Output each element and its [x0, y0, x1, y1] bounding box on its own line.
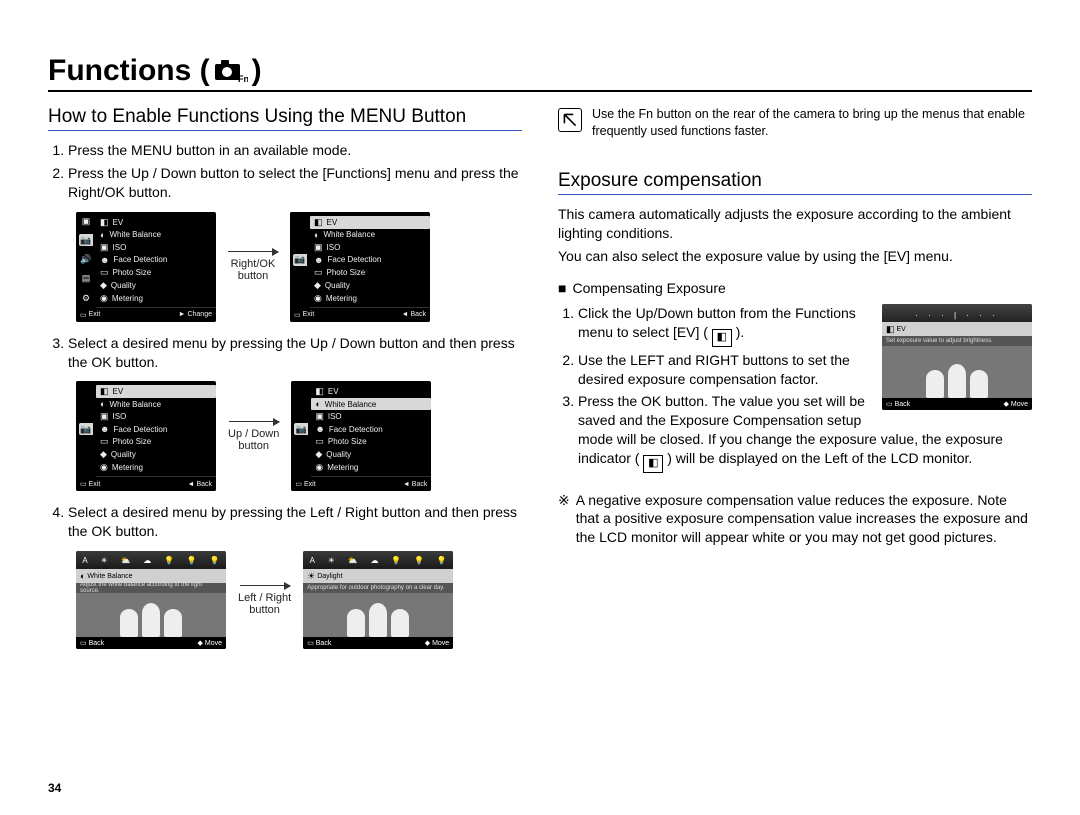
- manual-page: Functions ( Fn ) How to Enable Functions…: [0, 0, 1080, 815]
- screen-b: 📷 ◧EV ◐White Balance ▣ISO ☻Face Detectio…: [290, 212, 430, 322]
- arrow-2: Up / Down button: [228, 421, 279, 452]
- fn-note: Use the Fn button on the rear of the cam…: [558, 106, 1032, 140]
- screenshot-row-1: ▣ 📷 🔊 ▤ ⚙ ◧EV ◐White Balance ▣ISO ☻Face …: [76, 212, 522, 322]
- left-heading: How to Enable Functions Using the MENU B…: [48, 106, 522, 128]
- ev-icon: ◧: [712, 329, 732, 347]
- title-underline: [48, 90, 1032, 92]
- screen-a: ▣ 📷 🔊 ▤ ⚙ ◧EV ◐White Balance ▣ISO ☻Face …: [76, 212, 216, 322]
- title-suffix: ): [252, 54, 262, 88]
- right-underline: [558, 194, 1032, 195]
- left-steps-4: Select a desired menu by pressing the Le…: [48, 503, 522, 541]
- right-intro-1: This camera automatically adjusts the ex…: [558, 205, 1032, 243]
- left-step-3: Select a desired menu by pressing the Up…: [68, 334, 522, 372]
- title-prefix: Functions (: [48, 54, 210, 88]
- right-heading: Exposure compensation: [558, 170, 1032, 192]
- screen-f: A☀⛅☁💡💡💡 ☀ Daylight Appropriate for outdo…: [303, 551, 453, 649]
- right-postscript: ※ A negative exposure compensation value…: [558, 491, 1032, 548]
- screen-d: 📷 ◧EV ◐White Balance ▣ISO ☻Face Detectio…: [291, 381, 431, 491]
- left-step-4: Select a desired menu by pressing the Le…: [68, 503, 522, 541]
- page-number: 34: [48, 781, 61, 795]
- screen-c: 📷 ◧EV ◐White Balance ▣ISO ☻Face Detectio…: [76, 381, 216, 491]
- svg-text:Fn: Fn: [238, 74, 248, 84]
- left-underline: [48, 130, 522, 131]
- ev-indicator-icon: ◧: [643, 455, 663, 473]
- arrow-3: Left / Right button: [238, 585, 291, 616]
- left-steps-3: Select a desired menu by pressing the Up…: [48, 334, 522, 372]
- left-column: How to Enable Functions Using the MENU B…: [48, 106, 522, 661]
- note-icon: [558, 108, 582, 132]
- screenshot-row-2: 📷 ◧EV ◐White Balance ▣ISO ☻Face Detectio…: [76, 381, 522, 491]
- reference-mark-icon: ※: [558, 491, 570, 548]
- camera-fn-icon: Fn: [214, 58, 248, 84]
- page-title: Functions ( Fn ): [48, 54, 1032, 88]
- screen-ev: · · · | · · · ◧ EV Set exposure value to…: [882, 304, 1032, 410]
- screenshot-row-3: A☀⛅☁💡💡💡 ◐ White Balance Adjust the white…: [76, 551, 522, 649]
- right-intro-2: You can also select the exposure value b…: [558, 247, 1032, 266]
- square-bullet-icon: ■: [558, 280, 566, 296]
- left-step-1: Press the MENU button in an available mo…: [68, 141, 522, 160]
- screen-e: A☀⛅☁💡💡💡 ◐ White Balance Adjust the white…: [76, 551, 226, 649]
- left-steps-1-2: Press the MENU button in an available mo…: [48, 141, 522, 202]
- arrow-1: Right/OK button: [228, 251, 278, 282]
- right-sub-bullet: ■Compensating Exposure: [558, 279, 1032, 298]
- right-column: Use the Fn button on the rear of the cam…: [558, 106, 1032, 661]
- left-step-2: Press the Up / Down button to select the…: [68, 164, 522, 202]
- note-text: Use the Fn button on the rear of the cam…: [592, 106, 1032, 140]
